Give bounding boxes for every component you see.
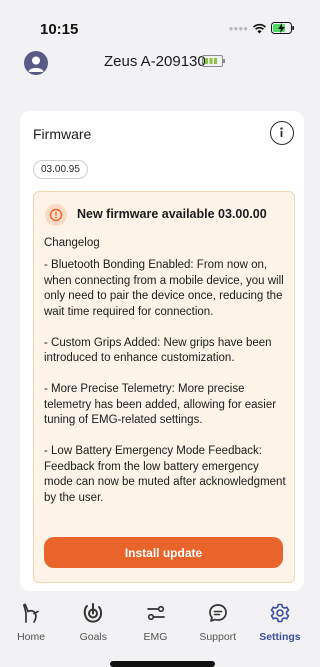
user-avatar-icon[interactable] (24, 51, 48, 75)
tab-label: EMG (143, 631, 168, 643)
status-icons: ●●●● (229, 22, 295, 34)
update-available-panel: New firmware available 03.00.00 Changelo… (33, 191, 295, 583)
emg-icon (146, 605, 165, 621)
goals-icon (84, 603, 103, 623)
device-name: Zeus A-209130 (104, 53, 206, 70)
firmware-card: Firmware 03.00.95 New firmware available… (20, 111, 304, 591)
changelog-label: Changelog (44, 237, 100, 249)
battery-high-icon (202, 55, 225, 67)
gear-icon (270, 603, 290, 623)
status-time: 10:15 (40, 21, 79, 38)
bottom-tab-bar: Home Goals EMG Support Settings (0, 598, 311, 648)
firmware-title: Firmware (33, 126, 92, 142)
changelog-item: - Low Battery Emergency Mode Feedback: F… (44, 445, 286, 504)
tab-label: Goals (79, 631, 108, 643)
home-indicator[interactable] (110, 661, 215, 667)
install-update-button[interactable]: Install update (44, 537, 283, 568)
battery-charging-icon (271, 22, 294, 34)
tab-label: Settings (259, 631, 301, 643)
changelog-item: - Bluetooth Bonding Enabled: From now on… (44, 259, 284, 318)
tab-home[interactable]: Home (0, 598, 62, 648)
info-icon[interactable] (270, 121, 294, 145)
status-bar: 10:15 ●●●● (0, 0, 311, 38)
chat-icon (208, 604, 227, 622)
wifi-icon (252, 23, 267, 33)
hand-icon (23, 603, 39, 623)
signal-dots-icon: ●●●● (228, 23, 248, 33)
update-title: New firmware available 03.00.00 (77, 207, 267, 221)
current-version-badge: 03.00.95 (33, 160, 88, 179)
tab-emg[interactable]: EMG (124, 598, 186, 648)
changelog-list: - Bluetooth Bonding Enabled: From now on… (44, 258, 288, 522)
changelog-item: - More Precise Telemetry: More precise t… (44, 383, 277, 426)
tab-settings[interactable]: Settings (249, 598, 311, 648)
alert-icon (45, 204, 67, 226)
changelog-item: - Custom Grips Added: New grips have bee… (44, 336, 272, 365)
tab-support[interactable]: Support (187, 598, 249, 648)
app-screen: 10:15 ●●●● Zeus A-209130 Firmware 03.00.… (0, 0, 311, 667)
device-header: Zeus A-209130 (0, 42, 311, 82)
tab-label: Support (199, 631, 237, 643)
tab-label: Home (17, 631, 46, 643)
tab-goals[interactable]: Goals (62, 598, 124, 648)
